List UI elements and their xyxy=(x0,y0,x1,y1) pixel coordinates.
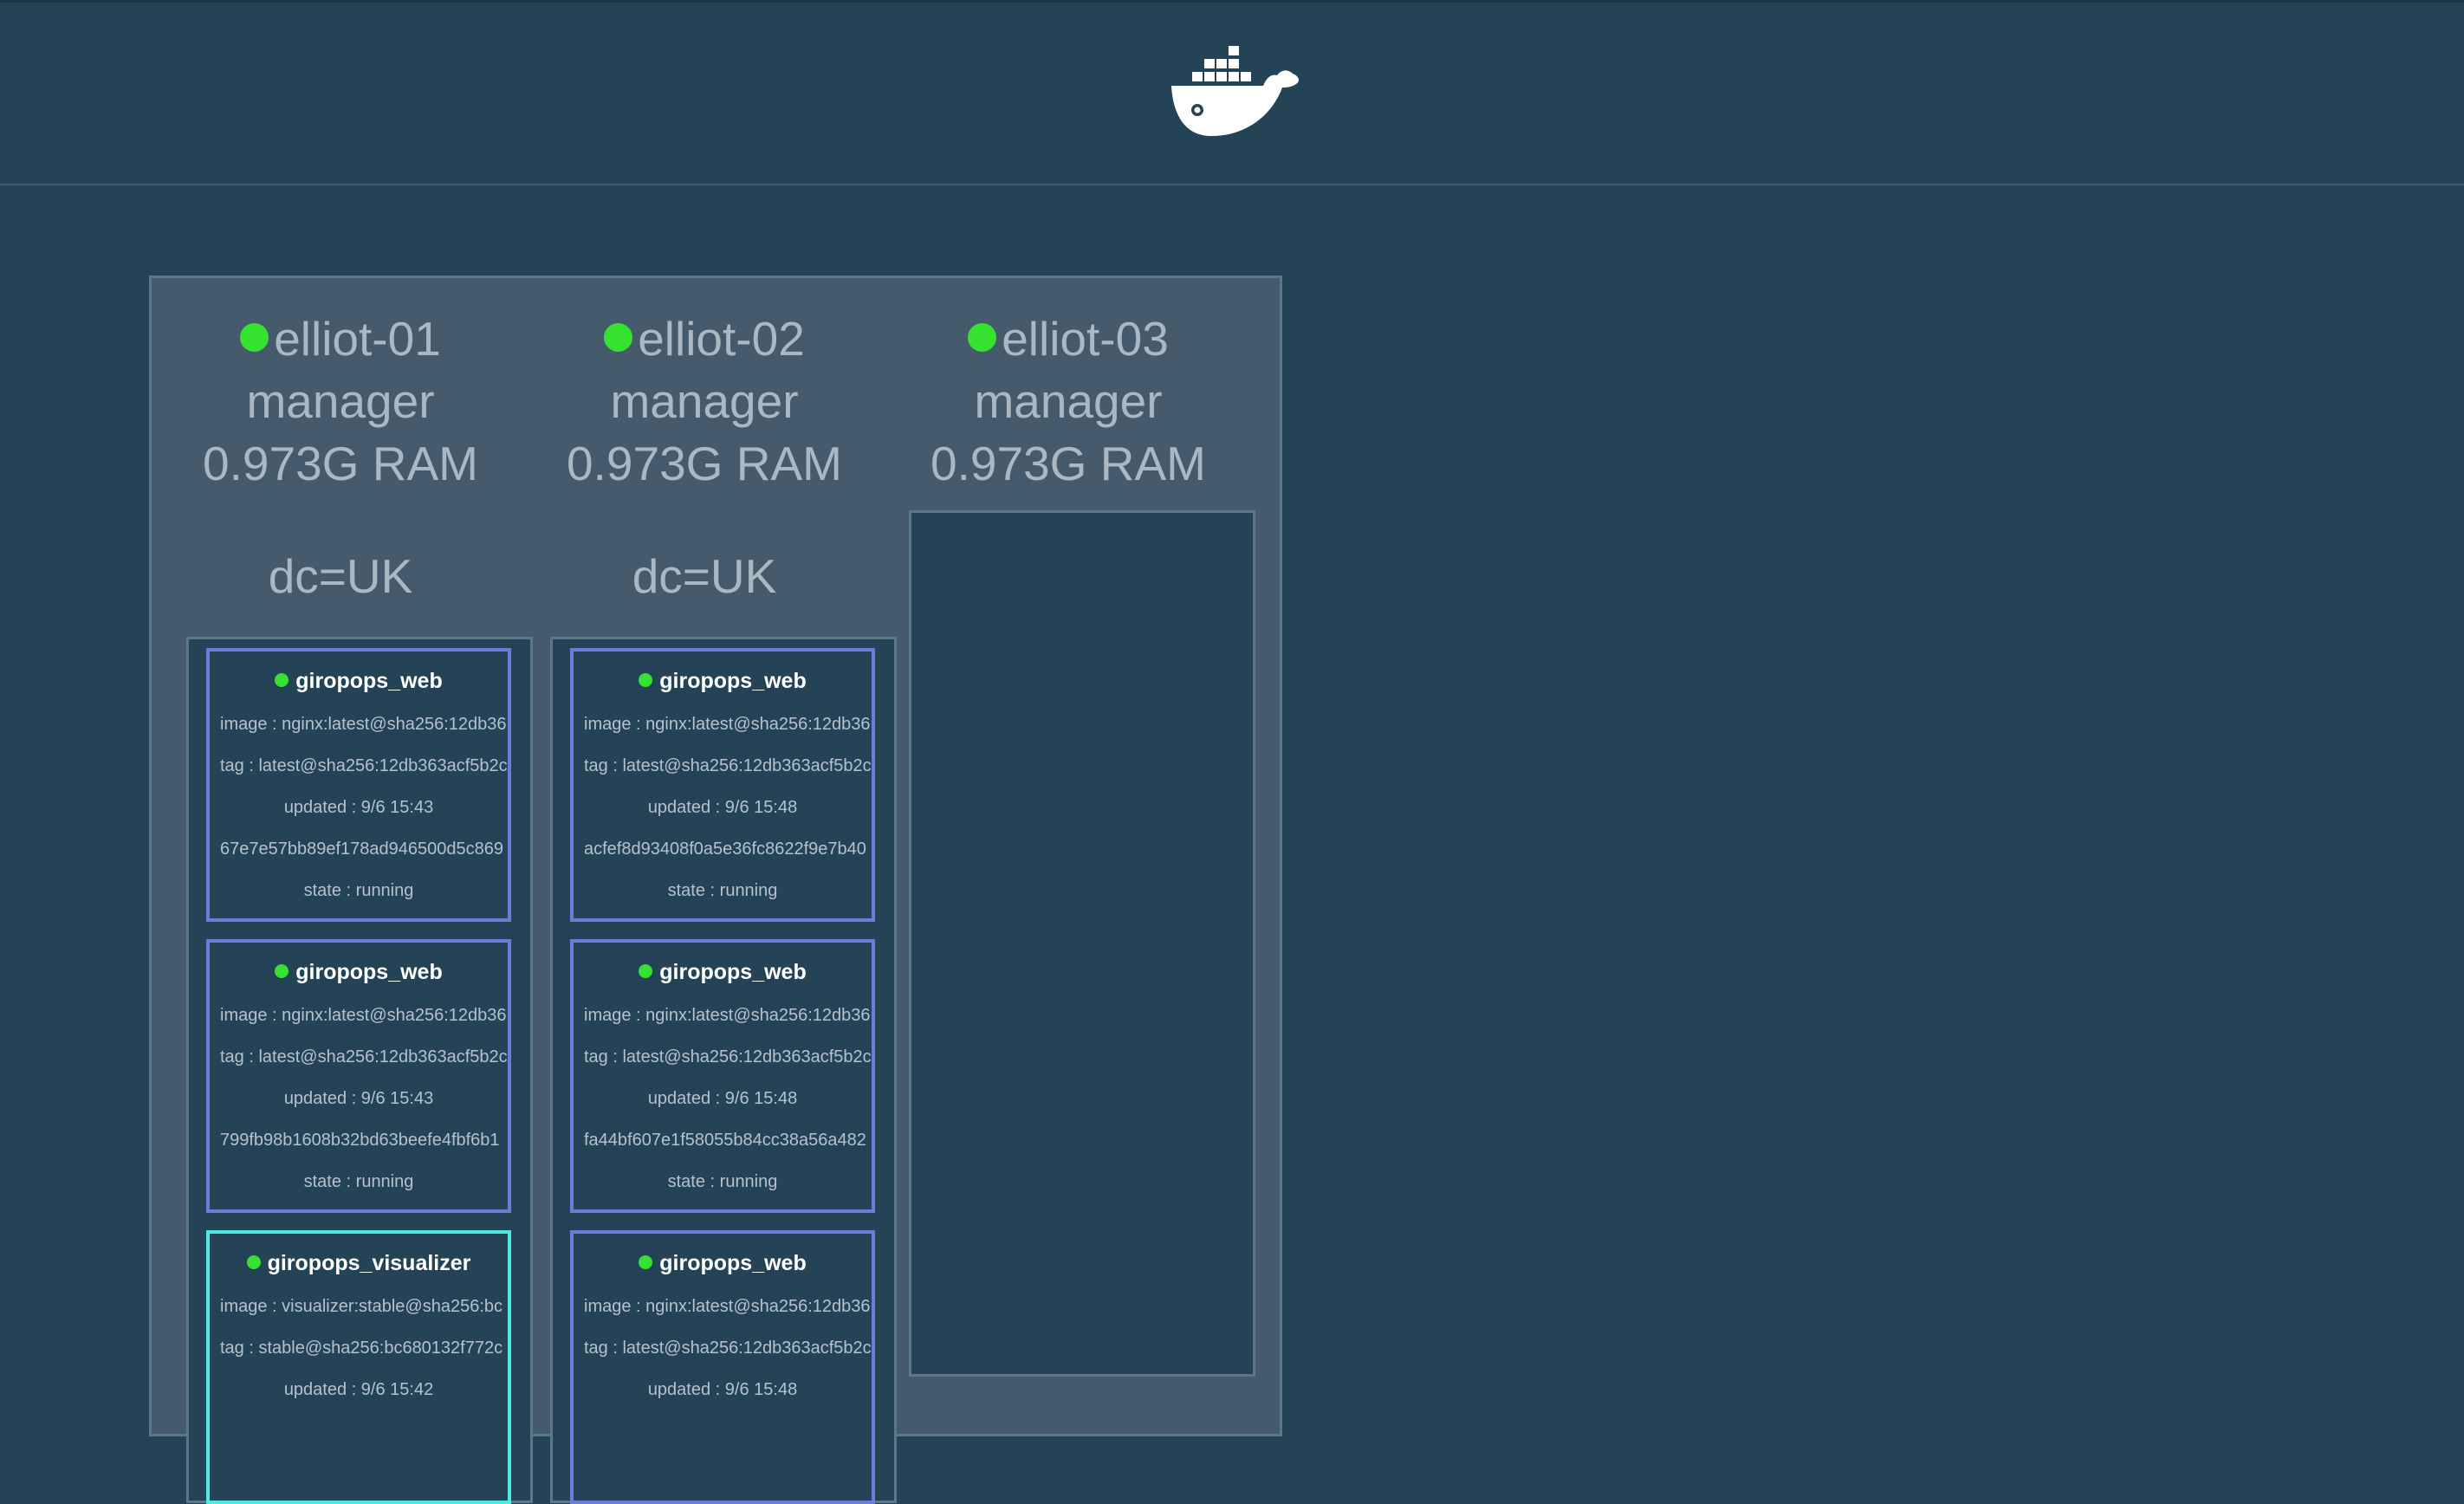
task-tag: tag : stable@sha256:bc680132f772c xyxy=(220,1339,503,1358)
task-image: image : nginx:latest@sha256:12db36 xyxy=(220,715,507,734)
status-dot xyxy=(604,323,633,352)
task-image: image : nginx:latest@sha256:12db36 xyxy=(220,1006,507,1025)
task-tag: tag : latest@sha256:12db363acf5b2c xyxy=(584,756,872,775)
node-name: elliot-01 xyxy=(274,312,441,366)
task-state: state : running xyxy=(303,881,414,900)
task-card[interactable]: giropops_web image : nginx:latest@sha256… xyxy=(570,939,875,1213)
docker-whale-icon xyxy=(1171,46,1299,136)
node-label: dc=UK xyxy=(632,549,777,603)
task-state: state : running xyxy=(667,881,778,900)
service-name: giropops_visualizer xyxy=(267,1251,471,1275)
service-name: giropops_web xyxy=(295,960,443,984)
status-dot xyxy=(275,964,289,978)
service-name: giropops_web xyxy=(659,669,807,693)
status-dot xyxy=(639,673,653,687)
task-id: 799fb98b1608b32bd63beefe4fbf6b1 xyxy=(220,1131,500,1150)
task-card[interactable]: giropops_web image : nginx:latest@sha256… xyxy=(206,939,511,1213)
task-id: fa44bf607e1f58055b84cc38a56a482 xyxy=(584,1131,866,1150)
node-label: dc=UK xyxy=(268,549,413,603)
task-id: acfef8d93408f0a5e36fc8622f9e7b40 xyxy=(584,840,866,859)
node-column-elliot-03: elliot-03 manager 0.973G RAM xyxy=(886,278,1255,1377)
task-card[interactable]: giropops_web image : nginx:latest@sha256… xyxy=(570,1230,875,1504)
task-card[interactable]: giropops_visualizer image : visualizer:s… xyxy=(206,1230,511,1504)
top-header xyxy=(0,0,2464,185)
service-name: giropops_web xyxy=(295,669,443,693)
task-image: image : visualizer:stable@sha256:bc xyxy=(220,1297,503,1316)
task-updated: updated : 9/6 15:48 xyxy=(647,1380,798,1399)
task-list-empty xyxy=(909,510,1255,1377)
node-name: elliot-03 xyxy=(1002,312,1169,366)
node-role: manager xyxy=(246,374,435,428)
task-state: state : running xyxy=(303,1172,414,1191)
status-dot xyxy=(275,673,289,687)
task-state: state : running xyxy=(667,1172,778,1191)
node-ram: 0.973G RAM xyxy=(930,437,1206,490)
status-dot xyxy=(240,323,269,352)
node-header: elliot-02 manager 0.973G RAM xyxy=(522,278,886,495)
task-image: image : nginx:latest@sha256:12db36 xyxy=(584,715,871,734)
swarm-cluster-panel: elliot-01 manager 0.973G RAM dc=UK girop… xyxy=(149,276,1282,1504)
service-name: giropops_web xyxy=(659,960,807,984)
task-card[interactable]: giropops_web image : nginx:latest@sha256… xyxy=(570,648,875,922)
task-list: giropops_web image : nginx:latest@sha256… xyxy=(550,637,897,1504)
status-dot xyxy=(968,323,997,352)
task-tag: tag : latest@sha256:12db363acf5b2c xyxy=(584,1047,872,1066)
task-updated: updated : 9/6 15:43 xyxy=(283,1089,434,1108)
task-updated: updated : 9/6 15:48 xyxy=(647,798,798,817)
node-column-elliot-02: elliot-02 manager 0.973G RAM dc=UK girop… xyxy=(522,278,897,1504)
task-tag: tag : latest@sha256:12db363acf5b2c xyxy=(220,756,508,775)
task-image: image : nginx:latest@sha256:12db36 xyxy=(584,1297,871,1316)
node-ram: 0.973G RAM xyxy=(567,437,842,490)
service-name: giropops_web xyxy=(659,1251,807,1275)
task-list: giropops_web image : nginx:latest@sha256… xyxy=(186,637,533,1504)
node-role: manager xyxy=(610,374,799,428)
task-updated: updated : 9/6 15:43 xyxy=(283,798,434,817)
node-name: elliot-02 xyxy=(638,312,805,366)
node-header: elliot-03 manager 0.973G RAM xyxy=(886,278,1250,495)
task-card[interactable]: giropops_web image : nginx:latest@sha256… xyxy=(206,648,511,922)
node-header: elliot-01 manager 0.973G RAM xyxy=(159,278,522,495)
node-column-elliot-01: elliot-01 manager 0.973G RAM dc=UK girop… xyxy=(159,278,533,1504)
task-updated: updated : 9/6 15:42 xyxy=(283,1380,434,1399)
status-dot xyxy=(639,964,653,978)
node-ram: 0.973G RAM xyxy=(203,437,478,490)
node-role: manager xyxy=(974,374,1163,428)
task-tag: tag : latest@sha256:12db363acf5b2c xyxy=(220,1047,508,1066)
task-updated: updated : 9/6 15:48 xyxy=(647,1089,798,1108)
task-image: image : nginx:latest@sha256:12db36 xyxy=(584,1006,871,1025)
task-tag: tag : latest@sha256:12db363acf5b2c xyxy=(584,1339,872,1358)
status-dot xyxy=(639,1255,653,1269)
status-dot xyxy=(246,1255,261,1269)
task-id: 67e7e57bb89ef178ad946500d5c869 xyxy=(220,840,504,859)
